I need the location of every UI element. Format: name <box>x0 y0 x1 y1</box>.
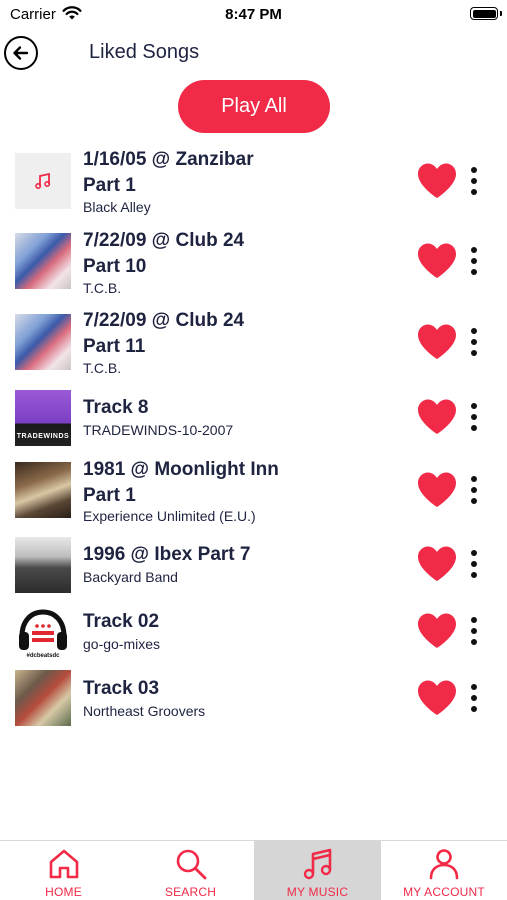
more-options-button[interactable] <box>466 325 482 359</box>
album-art <box>15 537 71 593</box>
song-artist: Black Alley <box>83 199 151 215</box>
album-art <box>15 153 71 209</box>
header: Liked Songs <box>0 34 507 72</box>
song-title: 7/22/09 @ Club 24 Part 10 <box>83 230 245 277</box>
song-title: 1996 @ Ibex Part 7 <box>83 544 251 565</box>
album-art: TRADEWINDS <box>15 390 71 446</box>
song-row[interactable]: 1/16/05 @ Zanzibar Part 1 Black Alley <box>0 149 507 220</box>
song-row[interactable]: 1996 @ Ibex Part 7 Backyard Band <box>0 537 507 593</box>
more-options-button[interactable] <box>466 244 482 278</box>
tab-label: MY ACCOUNT <box>403 885 485 899</box>
heart-icon[interactable] <box>416 398 458 436</box>
song-artist: Backyard Band <box>83 569 178 585</box>
home-icon <box>49 849 78 879</box>
more-options-button[interactable] <box>466 400 482 434</box>
more-options-button[interactable] <box>466 547 482 581</box>
song-row[interactable]: Track 03 Northeast Groovers <box>0 670 507 726</box>
user-icon <box>429 849 459 880</box>
song-row[interactable]: 7/22/09 @ Club 24 Part 10 T.C.B. <box>0 230 507 300</box>
more-options-button[interactable] <box>466 681 482 715</box>
song-artist: T.C.B. <box>83 280 122 296</box>
album-art <box>15 462 71 518</box>
tab-search[interactable]: SEARCH <box>127 841 254 900</box>
song-title: Track 02 <box>83 611 160 632</box>
album-art-text: TRADEWINDS <box>16 433 70 440</box>
battery-tip <box>500 11 502 16</box>
more-options-button[interactable] <box>466 614 482 648</box>
tab-label: MY MUSIC <box>286 885 349 899</box>
tab-bar: HOME SEARCH MY MUSIC MY ACCOUNT <box>0 840 507 900</box>
music-icon <box>303 848 331 880</box>
song-artist: T.C.B. <box>83 360 122 376</box>
tab-my-music[interactable]: MY MUSIC <box>254 841 381 900</box>
back-button[interactable] <box>4 36 38 70</box>
arrow-left-icon <box>13 46 29 60</box>
music-note-icon <box>35 172 51 190</box>
song-artist: Northeast Groovers <box>83 703 206 719</box>
album-art: #dcbeatsdc <box>15 604 71 660</box>
status-bar: Carrier 8:47 PM <box>0 0 507 30</box>
song-title: Track 8 <box>83 397 149 418</box>
song-title: 7/22/09 @ Club 24 Part 11 <box>83 310 245 357</box>
heart-icon[interactable] <box>416 323 458 361</box>
battery-icon <box>470 7 498 20</box>
clock: 8:47 PM <box>225 6 282 23</box>
heart-icon[interactable] <box>416 471 458 509</box>
song-row[interactable]: 7/22/09 @ Club 24 Part 11 T.C.B. <box>0 310 507 381</box>
album-art-text: #dcbeatsdc <box>26 653 60 659</box>
heart-icon[interactable] <box>416 612 458 650</box>
heart-icon[interactable] <box>416 545 458 583</box>
song-row[interactable]: TRADEWINDS Track 8 TRADEWINDS-10-2007 <box>0 390 507 446</box>
tab-my-account[interactable]: MY ACCOUNT <box>381 841 507 900</box>
headphones-icon <box>19 609 67 650</box>
more-options-button[interactable] <box>466 164 482 198</box>
song-row[interactable]: 1981 @ Moonlight Inn Part 1 Experience U… <box>0 459 507 530</box>
page-title: Liked Songs <box>89 41 200 63</box>
tab-label: SEARCH <box>164 885 217 899</box>
song-title: 1981 @ Moonlight Inn Part 1 <box>83 459 279 506</box>
heart-icon[interactable] <box>416 242 458 280</box>
search-icon <box>176 849 206 880</box>
song-title: 1/16/05 @ Zanzibar Part 1 <box>83 149 254 196</box>
heart-icon[interactable] <box>416 162 458 200</box>
song-title: Track 03 <box>83 678 160 699</box>
song-row[interactable]: #dcbeatsdc Track 02 go-go-mixes <box>0 604 507 660</box>
song-artist: Experience Unlimited (E.U.) <box>83 508 256 524</box>
song-artist: TRADEWINDS-10-2007 <box>83 422 234 438</box>
album-art <box>15 670 71 726</box>
tab-label: HOME <box>45 885 82 899</box>
more-options-button[interactable] <box>466 473 482 507</box>
album-art <box>15 233 71 289</box>
heart-icon[interactable] <box>416 679 458 717</box>
album-art <box>15 314 71 370</box>
song-artist: go-go-mixes <box>83 636 161 652</box>
tab-home[interactable]: HOME <box>0 841 127 900</box>
play-all-button[interactable]: Play All <box>178 80 330 133</box>
